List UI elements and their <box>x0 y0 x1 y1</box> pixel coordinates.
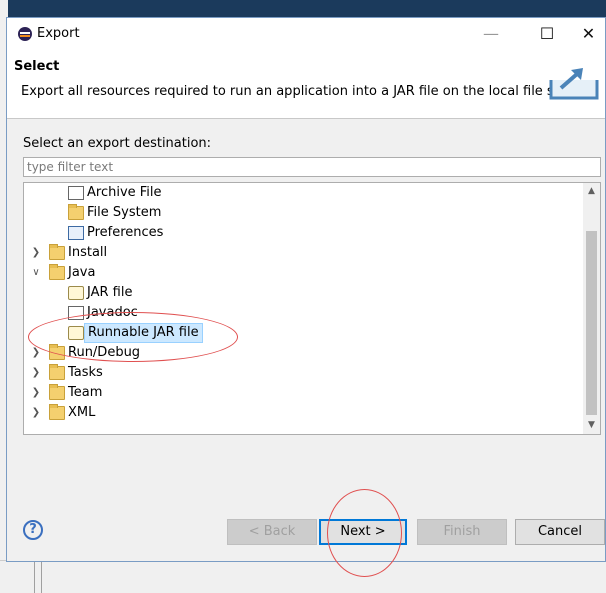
folder-icon <box>49 404 65 420</box>
filter-input[interactable] <box>23 157 601 177</box>
folder-open-icon <box>49 264 65 280</box>
close-button[interactable]: ✕ <box>570 18 606 49</box>
preferences-icon <box>68 226 84 240</box>
page-description: Export all resources required to run an … <box>21 84 599 99</box>
background-divider <box>41 561 42 593</box>
tree-item-preferences[interactable]: Preferences <box>24 223 579 243</box>
cancel-button[interactable]: Cancel <box>515 519 605 545</box>
folder-icon <box>68 204 84 220</box>
scrollbar-thumb[interactable] <box>586 231 597 415</box>
chevron-right-icon[interactable]: ❯ <box>30 343 42 363</box>
finish-button[interactable]: Finish <box>417 519 507 545</box>
destination-tree[interactable]: Archive File File System Preferences ❯ I… <box>23 182 601 435</box>
wizard-header: Select Export all resources required to … <box>7 49 605 119</box>
tree-item-tasks[interactable]: ❯ Tasks <box>24 363 579 383</box>
scroll-down-icon[interactable]: ▼ <box>583 417 600 434</box>
runnable-jar-icon <box>68 326 84 340</box>
minimize-button[interactable]: — <box>468 18 514 49</box>
tree-item-runnable-jar-file[interactable]: Runnable JAR file <box>24 323 579 343</box>
tree-item-xml[interactable]: ❯ XML <box>24 403 579 423</box>
javadoc-icon <box>68 306 84 320</box>
folder-icon <box>49 364 65 380</box>
destination-prompt: Select an export destination: <box>23 136 212 151</box>
tree-item-java[interactable]: ∨ Java <box>24 263 579 283</box>
next-button[interactable]: Next > <box>319 519 407 545</box>
eclipse-icon <box>18 27 32 41</box>
jar-file-icon <box>68 286 84 300</box>
folder-icon <box>49 344 65 360</box>
folder-icon <box>49 384 65 400</box>
background-window-bottom <box>0 560 606 593</box>
export-banner-icon <box>549 68 599 100</box>
chevron-right-icon[interactable]: ❯ <box>30 383 42 403</box>
title-bar: Export — ☐ ✕ <box>7 18 605 49</box>
archive-file-icon <box>68 186 84 200</box>
chevron-right-icon[interactable]: ❯ <box>30 403 42 423</box>
window-title: Export <box>37 26 80 41</box>
chevron-down-icon[interactable]: ∨ <box>30 263 42 283</box>
scroll-up-icon[interactable]: ▲ <box>583 183 600 200</box>
tree-item-run-debug[interactable]: ❯ Run/Debug <box>24 343 579 363</box>
page-title: Select <box>14 59 60 74</box>
tree-scrollbar[interactable]: ▲ ▼ <box>583 183 600 434</box>
tree-item-archive-file[interactable]: Archive File <box>24 183 579 203</box>
tree-item-javadoc[interactable]: Javadoc <box>24 303 579 323</box>
back-button[interactable]: < Back <box>227 519 317 545</box>
help-button[interactable]: ? <box>23 520 43 540</box>
chevron-right-icon[interactable]: ❯ <box>30 363 42 383</box>
maximize-button[interactable]: ☐ <box>524 18 570 49</box>
export-dialog: Export — ☐ ✕ Select Export all resources… <box>6 17 606 577</box>
chevron-right-icon[interactable]: ❯ <box>30 243 42 263</box>
background-divider <box>34 561 35 593</box>
tree-item-jar-file[interactable]: JAR file <box>24 283 579 303</box>
folder-icon <box>49 244 65 260</box>
tree-item-file-system[interactable]: File System <box>24 203 579 223</box>
tree-item-install[interactable]: ❯ Install <box>24 243 579 263</box>
tree-item-team[interactable]: ❯ Team <box>24 383 579 403</box>
